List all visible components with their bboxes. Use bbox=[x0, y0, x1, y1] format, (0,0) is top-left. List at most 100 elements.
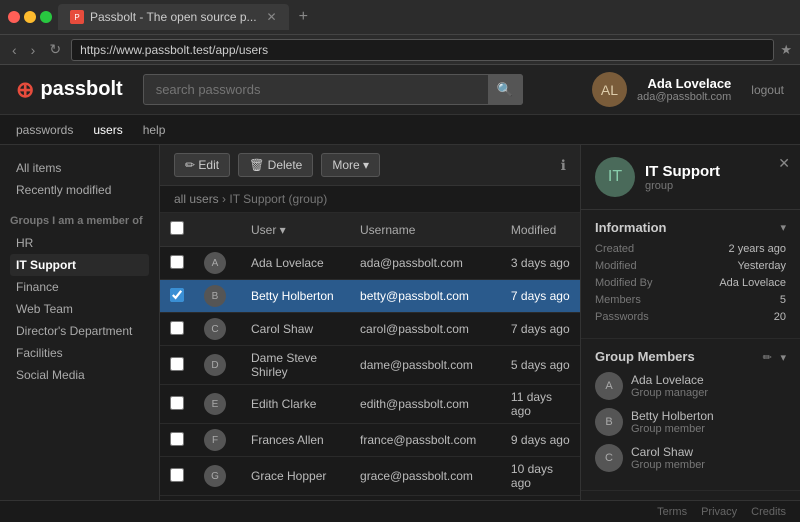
table-row[interactable]: E Edith Clarke edith@passbolt.com 11 day… bbox=[160, 385, 580, 424]
table-row[interactable]: D Dame Steve Shirley dame@passbolt.com 5… bbox=[160, 346, 580, 385]
table-row[interactable]: C Carol Shaw carol@passbolt.com 7 days a… bbox=[160, 313, 580, 346]
user-icon: D bbox=[204, 354, 226, 376]
favicon: P bbox=[70, 10, 84, 24]
row-checkbox[interactable] bbox=[170, 288, 184, 302]
row-username[interactable]: grace@passbolt.com bbox=[350, 457, 501, 496]
row-checkbox[interactable] bbox=[170, 255, 184, 269]
info-label: Members bbox=[595, 294, 641, 306]
back-btn[interactable]: ‹ bbox=[8, 40, 21, 60]
row-checkbox-cell[interactable] bbox=[160, 280, 194, 313]
sidebar-item-finance[interactable]: Finance bbox=[10, 276, 149, 298]
sidebar-item-directors[interactable]: Director's Department bbox=[10, 320, 149, 342]
information-toggle[interactable]: ▾ bbox=[780, 221, 786, 234]
row-name[interactable]: Ada Lovelace bbox=[241, 247, 350, 280]
info-label: Modified By bbox=[595, 277, 652, 289]
row-checkbox-cell[interactable] bbox=[160, 457, 194, 496]
info-row: Passwords 20 bbox=[595, 311, 786, 323]
sidebar-item-all-items[interactable]: All items bbox=[10, 157, 149, 179]
delete-button[interactable]: 🗑 Delete bbox=[238, 153, 313, 177]
address-bar-input[interactable] bbox=[71, 39, 774, 61]
nav-users[interactable]: users bbox=[93, 123, 122, 137]
row-checkbox[interactable] bbox=[170, 321, 184, 335]
table-row[interactable]: H Hedy Lamarr hedy@passbolt.com 9 days a… bbox=[160, 496, 580, 501]
row-username[interactable]: hedy@passbolt.com bbox=[350, 496, 501, 501]
row-checkbox-cell[interactable] bbox=[160, 247, 194, 280]
refresh-btn[interactable]: ↻ bbox=[45, 39, 65, 60]
row-name[interactable]: Dame Steve Shirley bbox=[241, 346, 350, 385]
row-checkbox-cell[interactable] bbox=[160, 424, 194, 457]
sidebar-item-recently-modified[interactable]: Recently modified bbox=[10, 179, 149, 201]
row-modified: 3 days ago bbox=[501, 247, 580, 280]
row-name[interactable]: Edith Clarke bbox=[241, 385, 350, 424]
edit-button[interactable]: ✏ Edit bbox=[174, 153, 230, 177]
row-checkbox-cell[interactable] bbox=[160, 313, 194, 346]
row-checkbox[interactable] bbox=[170, 396, 184, 410]
row-modified: 5 days ago bbox=[501, 346, 580, 385]
more-button[interactable]: More ▾ bbox=[321, 153, 380, 177]
info-value: Ada Lovelace bbox=[719, 277, 786, 289]
sidebar-item-hr[interactable]: HR bbox=[10, 232, 149, 254]
row-username[interactable]: carol@passbolt.com bbox=[350, 313, 501, 346]
row-username[interactable]: dame@passbolt.com bbox=[350, 346, 501, 385]
table-row[interactable]: G Grace Hopper grace@passbolt.com 10 day… bbox=[160, 457, 580, 496]
nav-help[interactable]: help bbox=[143, 123, 166, 137]
window-max-btn[interactable] bbox=[40, 11, 52, 23]
nav-bar: passwords users help bbox=[0, 115, 800, 145]
forward-btn[interactable]: › bbox=[27, 40, 40, 60]
new-tab-btn[interactable]: + bbox=[299, 8, 308, 26]
member-info: Ada Lovelace Group manager bbox=[631, 373, 708, 399]
row-name[interactable]: Grace Hopper bbox=[241, 457, 350, 496]
th-avatar bbox=[194, 213, 241, 247]
row-name[interactable]: Carol Shaw bbox=[241, 313, 350, 346]
footer-privacy[interactable]: Privacy bbox=[701, 506, 737, 518]
row-name[interactable]: Hedy Lamarr bbox=[241, 496, 350, 501]
information-section: Information ▾ Created 2 years ago Modifi… bbox=[581, 210, 800, 339]
row-checkbox-cell[interactable] bbox=[160, 385, 194, 424]
logout-button[interactable]: logout bbox=[751, 83, 784, 97]
th-modified[interactable]: Modified bbox=[501, 213, 580, 247]
th-username[interactable]: Username bbox=[350, 213, 501, 247]
close-icon[interactable]: ✕ bbox=[267, 10, 277, 24]
row-checkbox[interactable] bbox=[170, 468, 184, 482]
window-close-btn[interactable] bbox=[8, 11, 20, 23]
table-row[interactable]: A Ada Lovelace ada@passbolt.com 3 days a… bbox=[160, 247, 580, 280]
sidebar-item-it-support[interactable]: IT Support bbox=[10, 254, 149, 276]
browser-tab[interactable]: P Passbolt - The open source p... ✕ bbox=[58, 4, 289, 30]
window-min-btn[interactable] bbox=[24, 11, 36, 23]
info-label: Created bbox=[595, 243, 634, 255]
members-toggle[interactable]: ▾ bbox=[780, 352, 786, 364]
sidebar-item-facilities[interactable]: Facilities bbox=[10, 342, 149, 364]
members-edit-icon[interactable]: ✏ bbox=[763, 352, 772, 364]
row-name[interactable]: Frances Allen bbox=[241, 424, 350, 457]
table-row[interactable]: B Betty Holberton betty@passbolt.com 7 d… bbox=[160, 280, 580, 313]
footer-credits[interactable]: Credits bbox=[751, 506, 786, 518]
app-header: ⊕ passbolt 🔍 AL Ada Lovelace ada@passbol… bbox=[0, 65, 800, 115]
row-username[interactable]: ada@passbolt.com bbox=[350, 247, 501, 280]
row-name[interactable]: Betty Holberton bbox=[241, 280, 350, 313]
select-all-checkbox[interactable] bbox=[170, 221, 184, 235]
table-row[interactable]: F Frances Allen france@passbolt.com 9 da… bbox=[160, 424, 580, 457]
info-button[interactable]: ℹ bbox=[561, 157, 566, 174]
row-username[interactable]: betty@passbolt.com bbox=[350, 280, 501, 313]
bookmark-icon[interactable]: ★ bbox=[780, 42, 792, 58]
th-checkbox[interactable] bbox=[160, 213, 194, 247]
row-checkbox-cell[interactable] bbox=[160, 346, 194, 385]
row-checkbox-cell[interactable] bbox=[160, 496, 194, 501]
search-button[interactable]: 🔍 bbox=[488, 74, 523, 105]
row-username[interactable]: edith@passbolt.com bbox=[350, 385, 501, 424]
row-username[interactable]: france@passbolt.com bbox=[350, 424, 501, 457]
nav-passwords[interactable]: passwords bbox=[16, 123, 73, 137]
row-checkbox[interactable] bbox=[170, 357, 184, 371]
app-logo: ⊕ passbolt bbox=[16, 77, 123, 103]
breadcrumb-root[interactable]: all users bbox=[174, 192, 219, 206]
th-user[interactable]: User ▾ bbox=[241, 213, 350, 247]
sidebar-item-web-team[interactable]: Web Team bbox=[10, 298, 149, 320]
footer-terms[interactable]: Terms bbox=[657, 506, 687, 518]
row-avatar-cell: H bbox=[194, 496, 241, 501]
close-panel-button[interactable]: ✕ bbox=[778, 155, 790, 172]
row-modified: 7 days ago bbox=[501, 313, 580, 346]
member-info: Carol Shaw Group member bbox=[631, 445, 705, 471]
search-input[interactable] bbox=[143, 74, 523, 105]
sidebar-item-social-media[interactable]: Social Media bbox=[10, 364, 149, 386]
row-checkbox[interactable] bbox=[170, 432, 184, 446]
